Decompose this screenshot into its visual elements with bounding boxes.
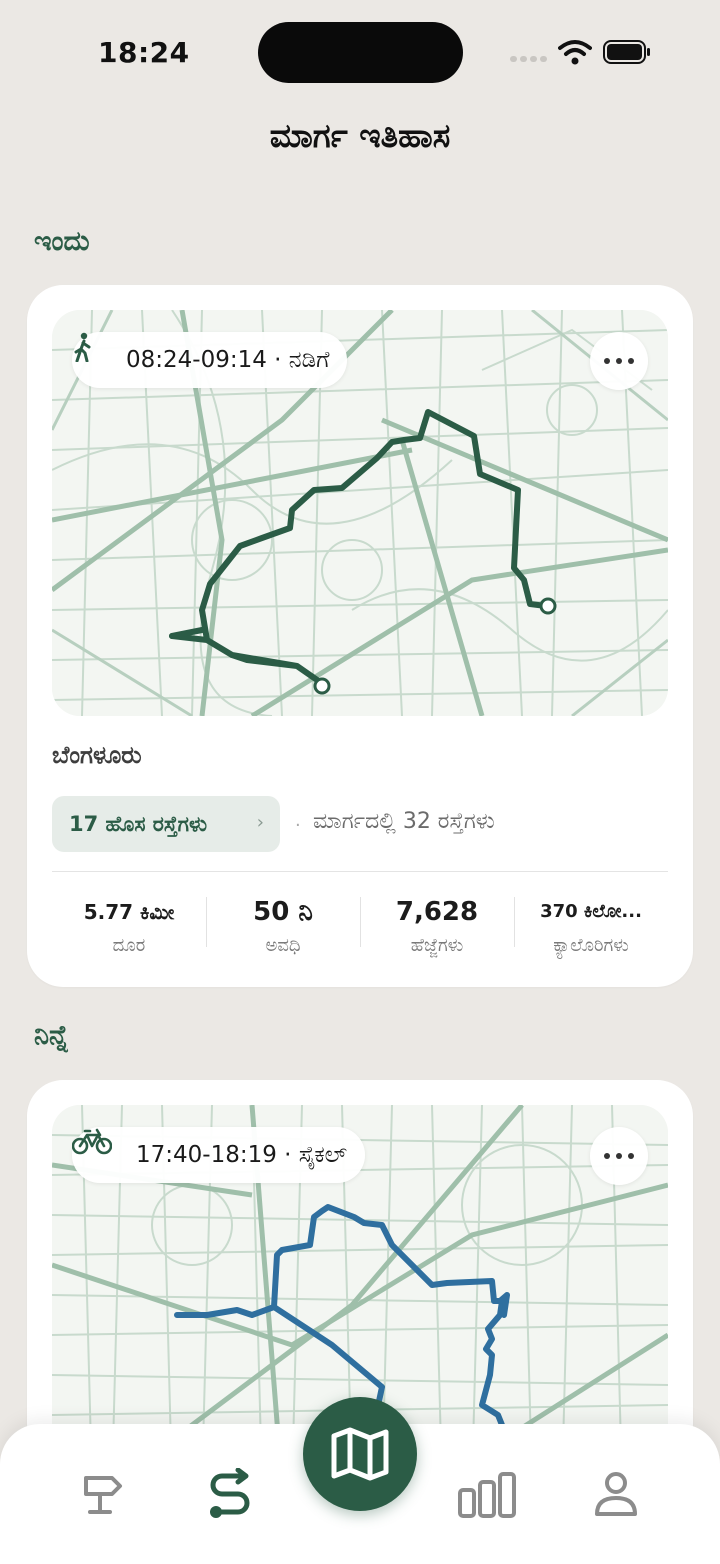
stat-calories: 370 ಕಿಲೋ... ಕ್ಯಾಲೊರಿಗಳು bbox=[514, 881, 668, 961]
stat-label: ಕ್ಯಾಲೊರಿಗಳು bbox=[553, 935, 629, 956]
activity-chip: 17:40-18:19 · ಸೈಕಲ್ bbox=[72, 1127, 366, 1183]
dynamic-island bbox=[258, 22, 463, 83]
route-end-marker bbox=[539, 597, 557, 615]
activity-time-label: 08:24-09:14 · ನಡಿಗೆ bbox=[126, 347, 330, 373]
stat-steps: 7,628 ಹೆಜ್ಜೆಗಳು bbox=[360, 881, 514, 961]
more-options-button[interactable] bbox=[590, 1127, 648, 1185]
separator-dot: · bbox=[295, 815, 301, 836]
stat-label: ಹೆಜ್ಜೆಗಳು bbox=[410, 935, 464, 956]
nav-routes[interactable] bbox=[200, 1464, 260, 1524]
stat-duration: 50 ನಿ ಅವಧಿ bbox=[206, 881, 360, 961]
page-title: ಮಾರ್ಗ ಇತಿಹಾಸ bbox=[269, 116, 451, 155]
route-start-marker bbox=[313, 677, 331, 695]
route-card-today[interactable]: 08:24-09:14 · ನಡಿಗೆ ಬೆಂಗಳೂರು 17 ಹೊಸ ರಸ್ತ… bbox=[27, 285, 693, 987]
activity-time-label: 17:40-18:19 · ಸೈಕಲ್ bbox=[136, 1142, 348, 1168]
section-title-yesterday: ನಿನ್ನೆ bbox=[34, 1020, 69, 1051]
signpost-icon bbox=[84, 1476, 122, 1514]
stat-value: 5.77 ಕಿಮೀ bbox=[83, 900, 175, 924]
stat-distance: 5.77 ಕಿಮೀ ದೂರ bbox=[52, 881, 206, 961]
roads-in-route: ಮಾರ್ಗದಲ್ಲಿ 32 ರಸ್ತೆಗಳು bbox=[313, 809, 495, 834]
section-title-today: ಇಂದು bbox=[34, 226, 90, 257]
route-icon bbox=[210, 1468, 250, 1518]
person-icon bbox=[595, 1472, 637, 1516]
route-map[interactable]: 08:24-09:14 · ನಡಿಗೆ bbox=[52, 310, 668, 716]
route-city: ಬೆಂಗಳೂರು bbox=[52, 741, 142, 769]
map-button[interactable] bbox=[303, 1397, 417, 1511]
stat-value: 370 ಕಿಲೋ... bbox=[540, 901, 642, 922]
status-bar: 18:24 bbox=[0, 0, 720, 110]
battery-icon bbox=[603, 40, 650, 64]
new-roads-label: 17 ಹೊಸ ರಸ್ತೆಗಳು bbox=[69, 811, 208, 836]
chevron-right-icon: › bbox=[256, 812, 264, 833]
route-stats: 5.77 ಕಿಮೀ ದೂರ 50 ನಿ ಅವಧಿ 7,628 ಹೆಜ್ಜೆಗಳು… bbox=[52, 881, 668, 961]
ellipsis-icon bbox=[604, 1153, 610, 1159]
wifi-icon bbox=[558, 40, 592, 65]
divider bbox=[52, 871, 668, 872]
map-icon bbox=[331, 1427, 389, 1481]
nav-explore[interactable] bbox=[72, 1464, 132, 1524]
activity-chip: 08:24-09:14 · ನಡಿಗೆ bbox=[72, 332, 348, 388]
bicycle-icon bbox=[72, 1128, 128, 1172]
new-roads-button[interactable]: 17 ಹೊಸ ರಸ್ತೆಗಳು › bbox=[52, 796, 280, 852]
stat-value: 50 ನಿ bbox=[253, 897, 313, 927]
walking-person-icon bbox=[74, 332, 118, 377]
bar-chart-icon bbox=[458, 1472, 516, 1518]
stat-label: ದೂರ bbox=[112, 935, 146, 956]
status-time: 18:24 bbox=[98, 36, 190, 69]
cellular-signal-icon bbox=[510, 56, 547, 62]
more-options-button[interactable] bbox=[590, 332, 648, 390]
stat-value: 7,628 bbox=[395, 897, 479, 927]
nav-profile[interactable] bbox=[586, 1464, 646, 1524]
ellipsis-icon bbox=[604, 358, 610, 364]
nav-stats[interactable] bbox=[458, 1464, 518, 1524]
stat-label: ಅವಧಿ bbox=[265, 935, 301, 956]
